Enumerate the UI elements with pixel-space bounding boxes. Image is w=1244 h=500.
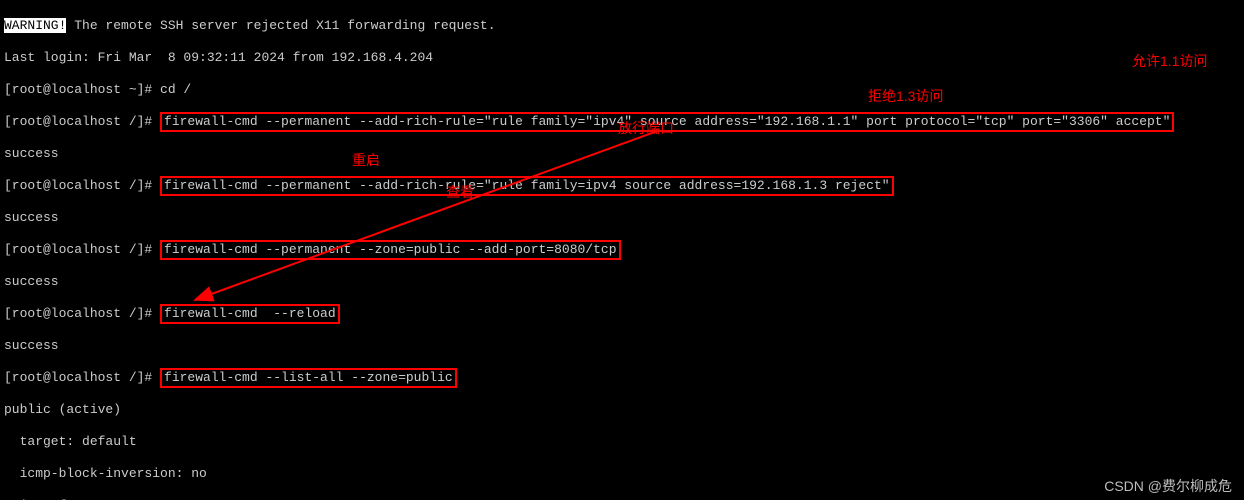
out-success-1: success [4,146,1240,162]
terminal[interactable]: WARNING! The remote SSH server rejected … [0,0,1244,500]
anno-allow: 允许1.1访问 [1132,53,1207,69]
cmd-5-box: firewall-cmd --list-all --zone=public [160,368,457,388]
cmd-line-cd: [root@localhost ~]# cd / [4,82,1240,98]
anno-list: 查看 [446,184,474,200]
anno-reload: 重启 [352,152,380,168]
out-l3: icmp-block-inversion: no [4,466,1240,482]
anno-reject: 拒绝1.3访问 [868,88,943,104]
out-success-2: success [4,210,1240,226]
cmd-line-3: [root@localhost /]# firewall-cmd --perma… [4,242,1240,258]
out-l2: target: default [4,434,1240,450]
cmd-2-box: firewall-cmd --permanent --add-rich-rule… [160,176,894,196]
cmd-line-2: [root@localhost /]# firewall-cmd --perma… [4,178,1240,194]
cmd-4-box: firewall-cmd --reload [160,304,340,324]
out-success-4: success [4,338,1240,354]
out-l1: public (active) [4,402,1240,418]
last-login: Last login: Fri Mar 8 09:32:11 2024 from… [4,50,1240,66]
anno-port: 放行端口 [618,120,674,136]
cmd-line-5: [root@localhost /]# firewall-cmd --list-… [4,370,1240,386]
warning-line: WARNING! The remote SSH server rejected … [4,18,1240,34]
cmd-3-box: firewall-cmd --permanent --zone=public -… [160,240,620,260]
warning-label: WARNING! [4,18,66,33]
watermark: CSDN @费尔柳成危 [1104,478,1232,494]
out-success-3: success [4,274,1240,290]
cmd-line-4: [root@localhost /]# firewall-cmd --reloa… [4,306,1240,322]
